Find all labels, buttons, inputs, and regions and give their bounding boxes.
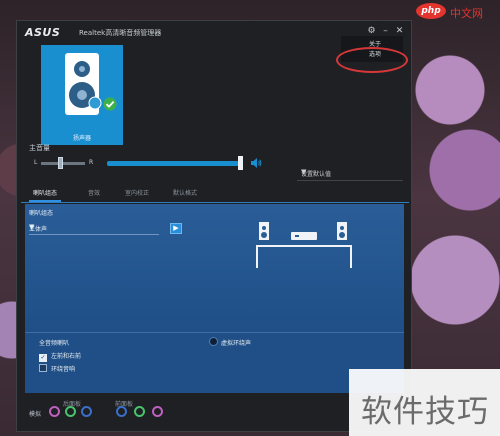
tab-bar: 喇叭组态 音效 室内校正 默认格式	[21, 186, 409, 203]
set-default-device-dropdown[interactable]: 设置默认值 ▼	[297, 166, 403, 181]
jack-blue-icon[interactable]	[116, 406, 127, 417]
speaker-device-tile[interactable]: 扬声器	[41, 45, 123, 145]
analog-label: 模拟	[29, 411, 42, 418]
surround-label: 环绕音响	[51, 366, 76, 373]
surround-checkbox[interactable]: 环绕音响	[39, 364, 75, 373]
app-title: Realtek高清晰音频管理器	[79, 29, 162, 37]
balance-slider[interactable]	[41, 162, 85, 165]
speaker-config-select[interactable]: 立体声 ▼	[29, 222, 159, 235]
balance-left-label: L	[34, 159, 38, 166]
tab-sound-effects[interactable]: 音效	[84, 186, 104, 202]
checkbox-checked[interactable]: ✓	[39, 354, 47, 362]
php-site-name: 中文网	[450, 7, 483, 20]
checkbox-unchecked[interactable]	[39, 364, 47, 372]
jack-green-icon[interactable]	[65, 406, 76, 417]
fullrange-speakers-section: 全音频喇叭 虚拟环绕声 ✓ 左前和右前 环绕音响	[25, 332, 404, 393]
jack-blue-icon[interactable]	[81, 406, 92, 417]
device-label: 扬声器	[72, 135, 91, 142]
volume-slider-thumb[interactable]	[238, 156, 243, 170]
watermark-overlay: 软件技巧	[349, 369, 500, 436]
balance-right-label: R	[89, 159, 94, 166]
volume-slider[interactable]	[107, 161, 243, 166]
front-lr-label: 左前和右前	[51, 353, 82, 360]
php-badge: php	[416, 3, 446, 19]
speaker-layout-diagram	[256, 222, 352, 268]
play-test-button[interactable]: ▶	[170, 223, 182, 234]
virtual-surround-toggle[interactable]	[209, 337, 218, 346]
fullrange-title: 全音频喇叭	[39, 340, 70, 347]
php-site-logo: php 中文网	[416, 2, 500, 22]
tab-default-format[interactable]: 默认格式	[169, 186, 201, 202]
jack-green-icon[interactable]	[134, 406, 145, 417]
virtual-surround-option[interactable]: 虚拟环绕声	[209, 337, 251, 347]
speaker-volume-icon[interactable]	[250, 157, 262, 169]
watermark-text: 软件技巧	[361, 394, 489, 430]
virtual-surround-label: 虚拟环绕声	[221, 340, 252, 347]
tab-room-correction[interactable]: 室内校正	[121, 186, 153, 202]
tab-speaker-config[interactable]: 喇叭组态	[29, 186, 62, 202]
jack-pink-icon[interactable]	[49, 406, 60, 417]
speaker-config-title: 喇叭组态	[29, 210, 54, 217]
front-lr-checkbox[interactable]: ✓ 左前和右前	[39, 351, 81, 362]
asus-logo: ASUS	[25, 26, 61, 39]
jack-pink-icon[interactable]	[152, 406, 163, 417]
checkmark-icon	[103, 97, 117, 111]
main-volume-label: 主音量	[29, 144, 50, 152]
annotation-highlight-ellipse	[336, 47, 408, 73]
speaker-config-panel: 喇叭组态 立体声 ▼ ▶	[25, 204, 404, 332]
chevron-down-icon: ▼	[29, 223, 35, 231]
speaker-icon	[65, 53, 102, 115]
chevron-down-icon: ▼	[301, 168, 307, 176]
balance-slider-thumb[interactable]	[58, 157, 63, 169]
